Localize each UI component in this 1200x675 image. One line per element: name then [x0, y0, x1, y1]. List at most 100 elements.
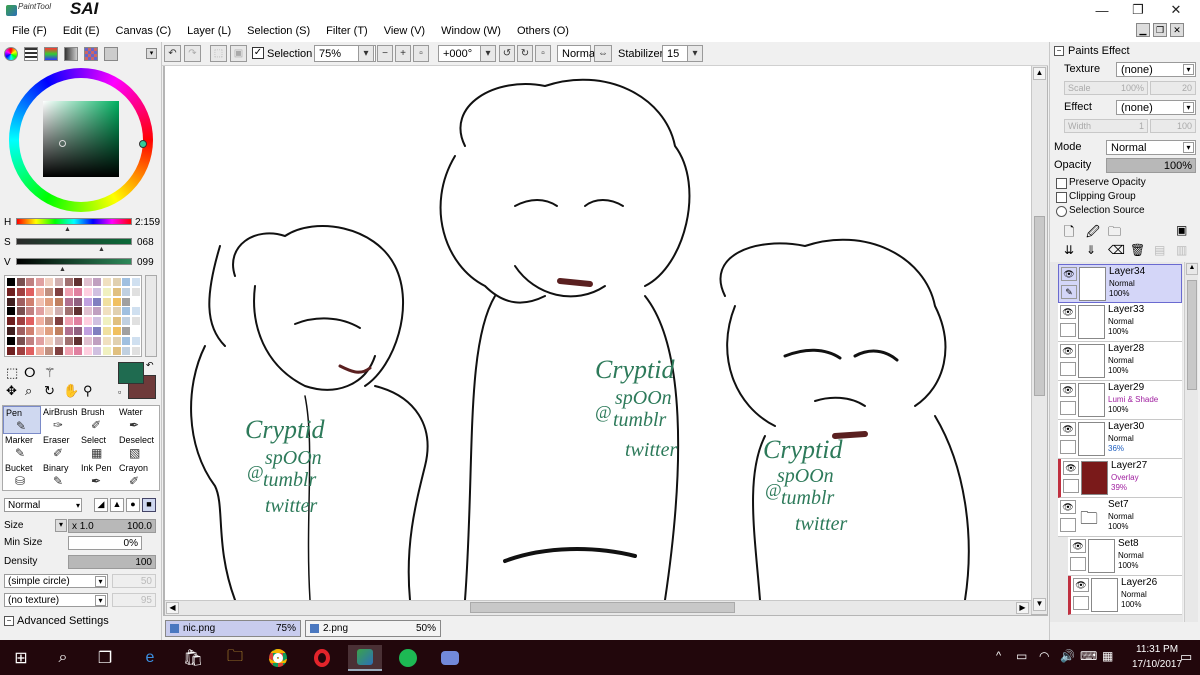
color-swatch[interactable] [26, 336, 35, 345]
color-swatch[interactable] [16, 287, 25, 296]
visibility-eye-icon[interactable]: 👁 [1060, 305, 1076, 319]
rotate-right-button[interactable]: ↻ [517, 45, 533, 62]
color-swatch[interactable] [74, 278, 83, 286]
color-swatch[interactable] [7, 307, 15, 316]
move-icon[interactable]: ✥ [6, 383, 17, 399]
color-swatch[interactable] [83, 307, 92, 316]
language-icon[interactable]: ⌨ [1080, 649, 1097, 663]
color-swatch[interactable] [131, 297, 140, 306]
task-view-icon[interactable]: ❐ [92, 645, 118, 671]
tool-binary[interactable]: Binary ✎ [41, 462, 79, 490]
color-swatch[interactable] [64, 297, 73, 306]
menu-file[interactable]: File (F) [4, 25, 55, 37]
shape-flat-icon[interactable]: ◢ [94, 498, 108, 512]
menu-filter[interactable]: Filter (T) [318, 25, 376, 37]
vertical-scroll-thumb[interactable] [1034, 216, 1045, 396]
color-swatch[interactable] [26, 278, 35, 286]
layer-folder[interactable]: 👁 🗀 Set7 Normal 100% [1058, 498, 1182, 537]
color-swatch[interactable] [64, 317, 73, 326]
color-swatch[interactable] [35, 317, 44, 326]
zoom-in-button[interactable]: + [395, 45, 411, 62]
view-mode-field[interactable]: Normal [557, 45, 597, 62]
color-swatch[interactable] [112, 346, 121, 355]
color-swatch[interactable] [122, 327, 131, 335]
color-swatch[interactable] [64, 278, 73, 286]
tool-select[interactable]: Select ▦ [79, 434, 117, 462]
color-swatch[interactable] [122, 346, 131, 355]
rotate-icon[interactable]: ↻ [44, 383, 55, 399]
color-swatch[interactable] [64, 336, 73, 345]
layer-item[interactable]: 👁 Layer29 Lumi & Shade 100% [1058, 381, 1182, 420]
tool-bucket[interactable]: Bucket ⛁ [3, 462, 41, 490]
color-swatch[interactable] [112, 278, 121, 286]
h-slider-thumb[interactable]: ▲ [64, 226, 71, 233]
brush-lock-icon[interactable]: ✎ [1061, 285, 1077, 299]
close-button[interactable]: ✕ [1158, 0, 1194, 20]
color-swatch[interactable] [16, 327, 25, 335]
color-swatch[interactable] [74, 287, 83, 296]
color-swatch[interactable] [55, 327, 63, 335]
visibility-eye-icon[interactable]: 👁 [1073, 578, 1089, 592]
hsv-slider-mode-icon[interactable] [44, 47, 58, 61]
color-swatch[interactable] [93, 336, 102, 345]
color-swatch[interactable] [45, 297, 54, 306]
color-swatch[interactable] [122, 336, 131, 345]
lock-box[interactable] [1063, 479, 1079, 493]
windows-start-icon[interactable]: ⊞ [8, 645, 34, 671]
color-swatch[interactable] [35, 336, 44, 345]
color-swatch[interactable] [93, 346, 102, 355]
value-slider[interactable] [16, 258, 132, 265]
lock-box[interactable] [1060, 518, 1076, 532]
delete-mask-icon[interactable]: ▥ [1176, 243, 1187, 257]
color-swatch[interactable] [103, 278, 111, 286]
redo-button[interactable]: ↷ [184, 45, 201, 62]
color-swatch[interactable] [7, 287, 15, 296]
color-swatch[interactable] [55, 287, 63, 296]
lock-box[interactable] [1073, 596, 1089, 610]
search-icon[interactable]: ⌕ [50, 645, 76, 671]
shape-soft-icon[interactable]: ▲ [110, 498, 124, 512]
layer-mask-icon[interactable]: ▣ [1176, 223, 1187, 237]
color-swatch[interactable] [74, 307, 83, 316]
layer-item[interactable]: 👁 Layer26 Normal 100% [1068, 576, 1182, 615]
color-swatch[interactable] [122, 297, 131, 306]
swatch-mode-icon[interactable] [84, 47, 98, 61]
shape-square-icon[interactable]: ■ [142, 498, 156, 512]
rotate-left-button[interactable]: ↺ [499, 45, 515, 62]
color-swatch[interactable] [7, 327, 15, 335]
texture-select[interactable]: (none) ▾ [1116, 62, 1196, 77]
color-swatch[interactable] [7, 278, 15, 286]
layer-mode-select[interactable]: Normal ▾ [1106, 140, 1196, 155]
shape-round-icon[interactable]: ● [126, 498, 140, 512]
tool-brush[interactable]: Brush ✐ [79, 406, 117, 434]
scroll-down-icon[interactable]: ▼ [1033, 598, 1046, 611]
color-swatch[interactable] [93, 307, 102, 316]
saturation-value-square[interactable] [43, 101, 119, 177]
color-swatch[interactable] [103, 346, 111, 355]
delete-layer-icon[interactable]: 🗑 [1130, 243, 1145, 257]
s-slider-thumb[interactable]: ▲ [98, 246, 105, 253]
color-swatch[interactable] [103, 336, 111, 345]
new-linework-layer-icon[interactable]: 🖉 [1086, 223, 1100, 245]
visibility-eye-icon[interactable]: 👁 [1060, 500, 1076, 514]
visibility-eye-icon[interactable]: 👁 [1061, 267, 1077, 281]
color-swatch[interactable] [131, 278, 140, 286]
menu-view[interactable]: View (V) [376, 25, 433, 37]
battery-icon[interactable]: ▭ [1016, 649, 1027, 663]
zoom-icon[interactable]: ⌕ [25, 383, 32, 399]
color-swatch[interactable] [112, 317, 121, 326]
tool-deselect[interactable]: Deselect ▧ [117, 434, 155, 462]
color-swatch[interactable] [7, 346, 15, 355]
color-swatch[interactable] [103, 307, 111, 316]
rgb-slider-mode-icon[interactable] [24, 47, 38, 61]
apply-mask-icon[interactable]: ▤ [1154, 243, 1165, 257]
color-swatch[interactable] [16, 278, 25, 286]
color-swatch[interactable] [93, 287, 102, 296]
color-swatch[interactable] [26, 327, 35, 335]
chrome-icon[interactable] [265, 645, 291, 671]
hue-cursor[interactable] [139, 140, 147, 148]
layer-item[interactable]: 👁 Layer30 Normal 36% [1058, 420, 1182, 459]
new-folder-icon[interactable]: 🗀 [1108, 223, 1121, 245]
color-swatch[interactable] [103, 327, 111, 335]
paint-tool-sai-icon[interactable] [348, 645, 382, 671]
